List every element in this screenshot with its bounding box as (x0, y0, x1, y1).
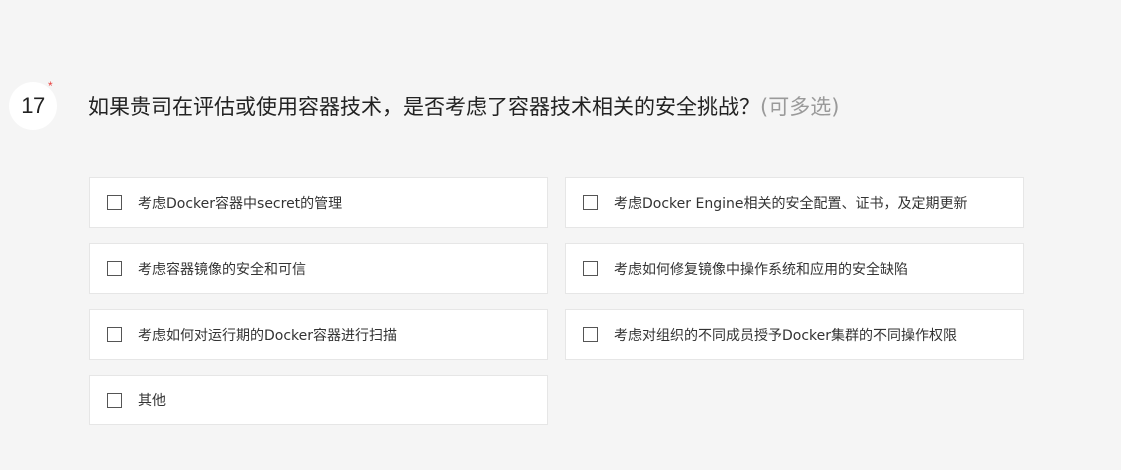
checkbox[interactable] (583, 327, 598, 342)
option-fix-image-vulnerabilities[interactable]: 考虑如何修复镜像中操作系统和应用的安全缺陷 (565, 243, 1024, 294)
option-image-security-trust[interactable]: 考虑容器镜像的安全和可信 (89, 243, 548, 294)
question-number: 17 (21, 93, 45, 118)
option-label: 考虑Docker Engine相关的安全配置、证书，及定期更新 (614, 195, 968, 212)
option-cluster-access-permissions[interactable]: 考虑对组织的不同成员授予Docker集群的不同操作权限 (565, 309, 1024, 360)
checkbox[interactable] (583, 261, 598, 276)
option-label: 考虑容器镜像的安全和可信 (138, 261, 306, 278)
option-runtime-container-scanning[interactable]: 考虑如何对运行期的Docker容器进行扫描 (89, 309, 548, 360)
checkbox[interactable] (107, 261, 122, 276)
checkbox[interactable] (107, 195, 122, 210)
option-label: 考虑Docker容器中secret的管理 (138, 195, 343, 212)
required-marker: * (48, 79, 53, 93)
multi-select-hint: (可多选) (760, 95, 840, 119)
checkbox[interactable] (107, 327, 122, 342)
option-docker-secret-management[interactable]: 考虑Docker容器中secret的管理 (89, 177, 548, 228)
question-title: 如果贵司在评估或使用容器技术，是否考虑了容器技术相关的安全挑战？(可多选) (88, 92, 839, 122)
option-label: 考虑如何修复镜像中操作系统和应用的安全缺陷 (614, 261, 908, 278)
question-text: 如果贵司在评估或使用容器技术，是否考虑了容器技术相关的安全挑战？ (88, 95, 760, 119)
option-label: 其他 (138, 393, 166, 409)
option-label: 考虑如何对运行期的Docker容器进行扫描 (138, 327, 398, 344)
checkbox[interactable] (107, 392, 122, 408)
option-label: 考虑对组织的不同成员授予Docker集群的不同操作权限 (614, 327, 958, 344)
option-docker-engine-security-config[interactable]: 考虑Docker Engine相关的安全配置、证书，及定期更新 (565, 177, 1024, 228)
checkbox[interactable] (583, 195, 598, 210)
option-other[interactable]: 其他 (89, 375, 548, 425)
